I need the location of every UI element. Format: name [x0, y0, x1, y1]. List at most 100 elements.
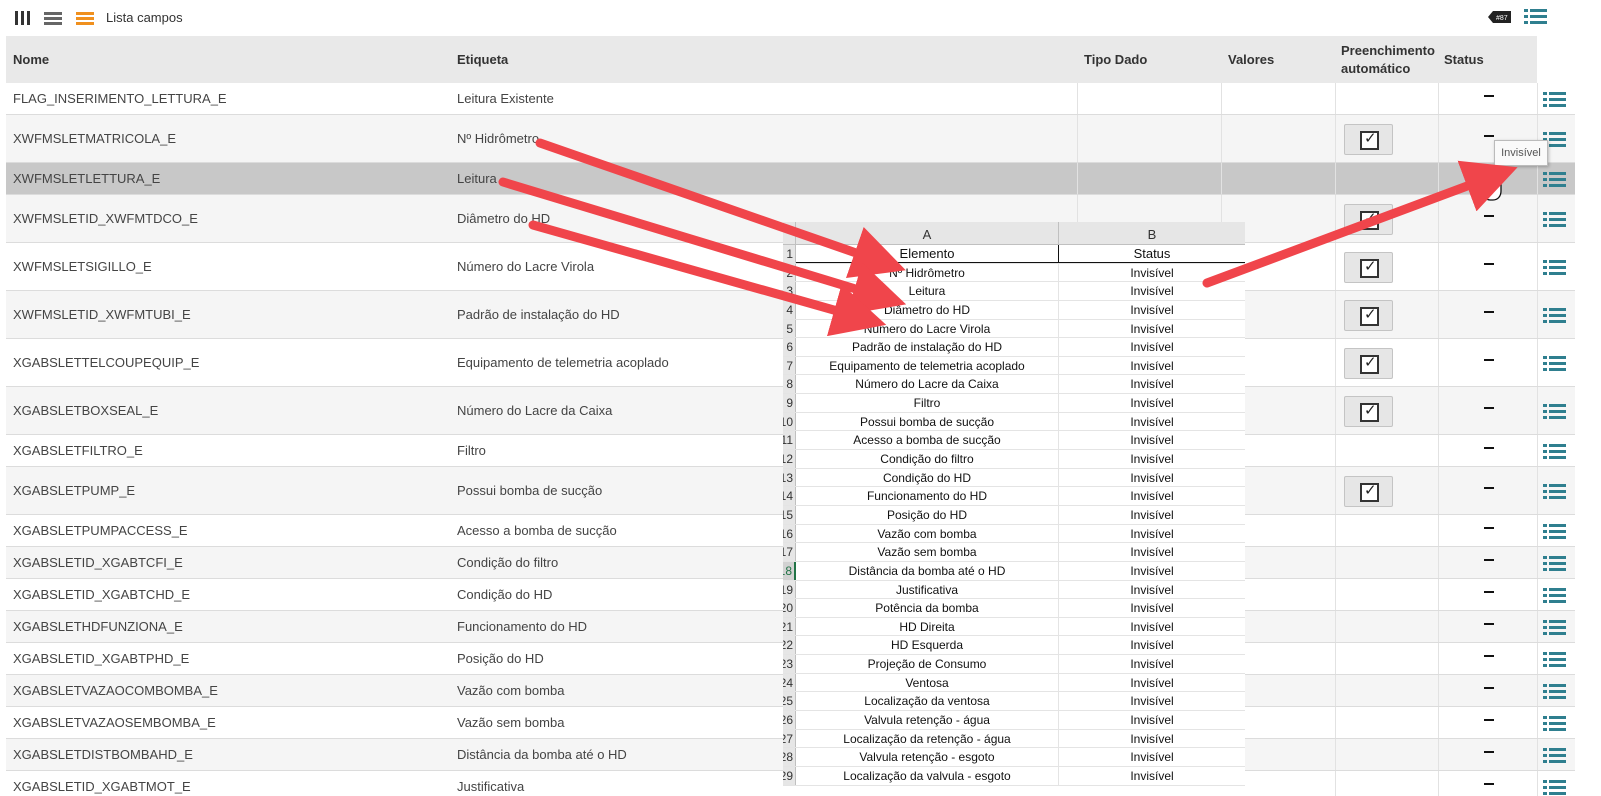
- row-menu-icon[interactable]: [1543, 715, 1569, 733]
- sheet-row[interactable]: 7 Equipamento de telemetria acoplado Invis…: [783, 356, 1245, 376]
- sheet-row[interactable]: 14Funcionamento do HDInvisível: [783, 487, 1245, 506]
- status-dash-icon[interactable]: [1484, 687, 1494, 689]
- sheet-row-number[interactable]: 25: [783, 692, 796, 711]
- sheet-cell-status[interactable]: Invisível: [1059, 730, 1245, 748]
- sheet-row[interactable]: 23Projeção de ConsumoInvisível: [783, 655, 1245, 674]
- sheet-cell-status[interactable]: Invisível: [1059, 618, 1245, 636]
- sheet-cell-elemento[interactable]: Potência da bomba: [796, 599, 1059, 617]
- status-dash-icon[interactable]: [1484, 655, 1494, 657]
- sheet-row[interactable]: 6 Padrão de instalação do HD Invisível: [783, 338, 1245, 357]
- sheet-cell-elemento[interactable]: Equipamento de telemetria acoplado: [796, 356, 1059, 375]
- sheet-row-number[interactable]: 20: [783, 599, 796, 617]
- sheet-cell-elemento[interactable]: Localização da retenção - água: [796, 729, 1059, 748]
- row-menu-icon[interactable]: [1543, 555, 1569, 573]
- sheet-cell-status[interactable]: Invisível: [1059, 692, 1245, 710]
- sheet-row-number[interactable]: 1: [783, 245, 796, 263]
- sheet-cell-status[interactable]: Invisível: [1059, 636, 1245, 654]
- row-menu-icon[interactable]: [1543, 443, 1569, 461]
- row-menu-icon[interactable]: [1543, 307, 1569, 325]
- sheet-row[interactable]: 4 Diâmetro do HD Invisível: [783, 300, 1245, 320]
- status-dash-icon[interactable]: [1484, 559, 1494, 561]
- col-etiqueta-header[interactable]: Etiqueta: [457, 36, 1057, 83]
- sheet-row-number[interactable]: 3: [783, 282, 796, 300]
- auto-fill-checkbox[interactable]: ✓: [1344, 123, 1393, 155]
- sheet-cell-status[interactable]: Invisível: [1059, 450, 1245, 468]
- status-dash-icon[interactable]: [1484, 311, 1494, 313]
- sheet-col-b-header[interactable]: B: [1059, 222, 1245, 245]
- row-menu-icon[interactable]: [1543, 651, 1569, 669]
- auto-fill-checkbox[interactable]: ✓: [1344, 347, 1393, 379]
- sheet-row-number[interactable]: 16: [783, 524, 796, 543]
- sheet-row[interactable]: 20Potência da bombaInvisível: [783, 599, 1245, 618]
- sheet-row[interactable]: 10Possui bomba de sucçãoInvisível: [783, 412, 1245, 432]
- status-dash-icon[interactable]: [1484, 527, 1494, 529]
- status-dash-icon[interactable]: [1484, 215, 1494, 217]
- sheet-cell-elemento[interactable]: Distância da bomba até o HD: [796, 561, 1059, 580]
- sheet-row[interactable]: 16Vazão com bombaInvisível: [783, 524, 1245, 544]
- sheet-row[interactable]: 3 Leitura Invisível: [783, 282, 1245, 301]
- row-menu-icon[interactable]: [1543, 619, 1569, 637]
- col-nome-header[interactable]: Nome: [13, 36, 443, 83]
- sheet-row-number[interactable]: 15: [783, 505, 796, 524]
- sheet-cell-status[interactable]: Invisível: [1059, 431, 1245, 449]
- sheet-cell-elemento[interactable]: Possui bomba de sucção: [796, 412, 1059, 431]
- status-dash-icon[interactable]: [1484, 95, 1494, 97]
- row-menu-icon[interactable]: [1543, 779, 1569, 796]
- sheet-cell-status[interactable]: Invisível: [1059, 562, 1245, 580]
- sheet-row-number[interactable]: 9: [783, 394, 796, 412]
- sheet-cell-status[interactable]: Invisível: [1059, 748, 1245, 766]
- row-menu-icon[interactable]: [1543, 355, 1569, 373]
- col-tipo-header[interactable]: Tipo Dado: [1084, 36, 1214, 83]
- status-dash-icon[interactable]: [1484, 447, 1494, 449]
- sheet-row-number[interactable]: 17: [783, 543, 796, 561]
- row-menu-icon[interactable]: [1543, 171, 1569, 189]
- sheet-row[interactable]: 12Condição do filtroInvisível: [783, 450, 1245, 469]
- sheet-row-number[interactable]: 10: [783, 412, 796, 431]
- col-preenchimento-header[interactable]: Preenchimento automático: [1341, 36, 1439, 83]
- sheet-cell-status[interactable]: Invisível: [1059, 525, 1245, 543]
- status-dash-icon[interactable]: [1484, 487, 1494, 489]
- table-row[interactable]: FLAG_INSERIMENTO_LETTURA_E Leitura Existe…: [6, 83, 1575, 115]
- sheet-row[interactable]: 21HD DireitaInvisível: [783, 617, 1245, 637]
- sheet-cell-elemento[interactable]: Justificativa: [796, 580, 1059, 599]
- sheet-row-number[interactable]: 13: [783, 468, 796, 487]
- sheet-row-number[interactable]: 28: [783, 748, 796, 766]
- row-menu-icon[interactable]: [1543, 747, 1569, 765]
- col-valores-header[interactable]: Valores: [1228, 36, 1328, 83]
- sheet-row-number[interactable]: 5: [783, 319, 796, 338]
- sheet-row-number[interactable]: 18: [783, 561, 796, 580]
- sheet-row-number[interactable]: 21: [783, 617, 796, 636]
- status-dash-icon[interactable]: [1484, 359, 1494, 361]
- auto-fill-checkbox[interactable]: ✓: [1344, 203, 1393, 235]
- sheet-row[interactable]: 1 Elemento Status: [783, 245, 1245, 264]
- status-dash-icon[interactable]: [1484, 783, 1494, 785]
- sheet-row[interactable]: 8 Número do Lacre da Caixa Invisível: [783, 375, 1245, 395]
- sheet-corner[interactable]: [783, 222, 796, 245]
- sheet-cell-elemento[interactable]: Leitura: [796, 282, 1059, 300]
- sheet-cell-elemento[interactable]: Funcionamento do HD: [796, 487, 1059, 505]
- tag-icon[interactable]: #87: [1487, 10, 1513, 24]
- sheet-cell-status[interactable]: Invisível: [1059, 338, 1245, 356]
- sheet-cell-elemento[interactable]: Vazão sem bomba: [796, 543, 1059, 561]
- status-dash-icon[interactable]: [1484, 263, 1494, 265]
- sheet-row-number[interactable]: 6: [783, 338, 796, 356]
- sheet-row[interactable]: 25Localização da ventosaInvisível: [783, 692, 1245, 712]
- sheet-row-number[interactable]: 7: [783, 356, 796, 375]
- sheet-row-number[interactable]: 19: [783, 580, 796, 599]
- status-dash-icon[interactable]: [1484, 135, 1494, 137]
- sheet-cell-elemento[interactable]: Diâmetro do HD: [796, 300, 1059, 319]
- sheet-row-number[interactable]: 8: [783, 375, 796, 394]
- auto-fill-checkbox[interactable]: ✓: [1344, 251, 1393, 283]
- sheet-cell-status[interactable]: Invisível: [1059, 581, 1245, 599]
- sheet-cell-status[interactable]: Invisível: [1059, 711, 1245, 729]
- sheet-cell-status[interactable]: Invisível: [1059, 320, 1245, 338]
- row-menu-icon[interactable]: [1543, 587, 1569, 605]
- sheet-row-number[interactable]: 14: [783, 487, 796, 505]
- sheet-cell-status[interactable]: Invisível: [1059, 394, 1245, 412]
- status-dash-icon[interactable]: [1484, 719, 1494, 721]
- sheet-row[interactable]: 17Vazão sem bombaInvisível: [783, 543, 1245, 562]
- sheet-cell-status[interactable]: Invisível: [1059, 487, 1245, 505]
- sheet-cell-elemento[interactable]: Localização da ventosa: [796, 692, 1059, 711]
- sheet-cell-elemento[interactable]: Ventosa: [796, 673, 1059, 692]
- sheet-cell-status[interactable]: Invisível: [1059, 469, 1245, 487]
